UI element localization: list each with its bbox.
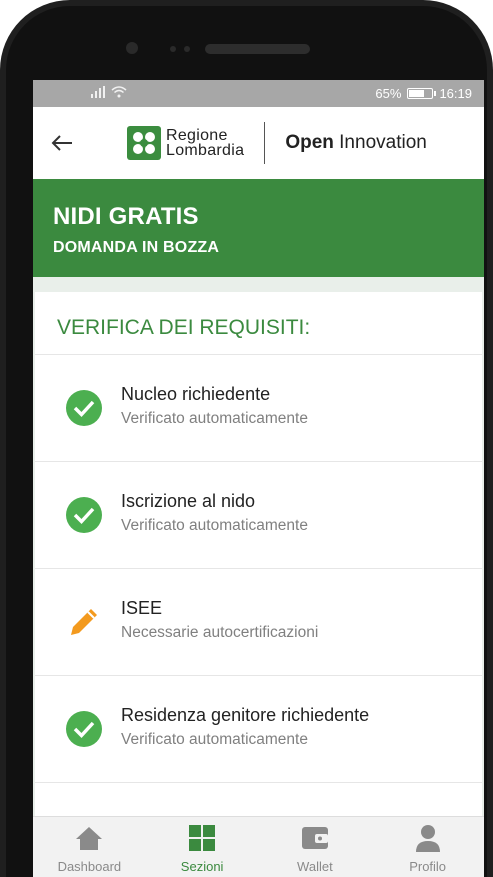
brand-bold: Open	[285, 132, 334, 153]
page-hero: NIDI GRATIS DOMANDA IN BOZZA	[33, 179, 484, 277]
header-divider	[264, 122, 266, 164]
logo-line-2: Lombardia	[166, 142, 245, 159]
nav-profilo[interactable]: Profilo	[378, 817, 478, 874]
sensor-dot	[184, 46, 190, 52]
nav-label: Profilo	[409, 859, 447, 874]
bottom-nav: Dashboard Sezioni Wallet Profilo	[33, 816, 484, 877]
nav-dashboard[interactable]: Dashboard	[39, 817, 139, 874]
brand-rest: Innovation	[339, 132, 427, 153]
rose-camuna-icon	[127, 126, 161, 160]
nav-label: Sezioni	[180, 859, 224, 874]
battery-percent: 65%	[375, 86, 402, 101]
requirement-title: Nucleo richiedente	[121, 384, 271, 404]
phone-frame: 65% 16:19 Regione Lombardia Open Innovat…	[0, 0, 493, 877]
pencil-icon	[71, 609, 97, 635]
check-circle-icon	[66, 497, 102, 533]
nav-wallet[interactable]: Wallet	[265, 817, 365, 874]
back-arrow-icon[interactable]	[51, 128, 91, 159]
wifi-icon	[111, 86, 127, 101]
nav-label: Dashboard	[57, 859, 122, 874]
app-screen: 65% 16:19 Regione Lombardia Open Innovat…	[33, 80, 484, 877]
check-circle-icon	[66, 711, 102, 747]
wallet-icon	[301, 827, 328, 849]
app-header: Regione Lombardia Open Innovation	[33, 107, 484, 179]
logo-line-1: Regione	[166, 127, 228, 144]
requirement-title: Residenza genitore richiedente	[121, 705, 370, 725]
front-camera	[126, 42, 138, 54]
battery-icon	[407, 88, 437, 99]
nav-sezioni[interactable]: Sezioni	[152, 817, 252, 874]
nav-label: Wallet	[297, 859, 333, 874]
page-subtitle: DOMANDA IN BOZZA	[53, 239, 220, 256]
requirement-item[interactable]: ISEE Necessarie autocertificazioni	[35, 569, 482, 676]
check-circle-icon	[66, 390, 102, 426]
regione-lombardia-logo: Regione Lombardia	[127, 126, 244, 160]
requirement-status: Verificato automaticamente	[121, 517, 308, 534]
sensor-dot	[170, 46, 176, 52]
requirement-item[interactable]: Iscrizione al nido Verificato automatica…	[35, 462, 482, 569]
section-title: VERIFICA DEI REQUISITI:	[35, 292, 482, 355]
requirement-status: Verificato automaticamente	[121, 731, 308, 748]
home-icon	[76, 827, 103, 850]
requirement-status: Necessarie autocertificazioni	[121, 624, 319, 641]
status-bar: 65% 16:19	[33, 80, 484, 107]
open-innovation-logo: Open Innovation	[285, 132, 427, 154]
requirement-item[interactable]: Residenza genitore richiedente Verificat…	[35, 676, 482, 783]
page-title: NIDI GRATIS	[53, 203, 199, 230]
requirement-title: ISEE	[121, 598, 163, 618]
earpiece-speaker	[205, 44, 310, 54]
requirement-title: Iscrizione al nido	[121, 491, 256, 511]
requirement-status: Verificato automaticamente	[121, 410, 308, 427]
requirements-card: VERIFICA DEI REQUISITI: Nucleo richieden…	[35, 292, 482, 852]
grid-icon	[189, 825, 216, 851]
signal-icon	[91, 86, 105, 101]
requirement-item[interactable]: Nucleo richiedente Verificato automatica…	[35, 355, 482, 462]
person-icon	[415, 825, 440, 852]
clock: 16:19	[439, 86, 472, 101]
